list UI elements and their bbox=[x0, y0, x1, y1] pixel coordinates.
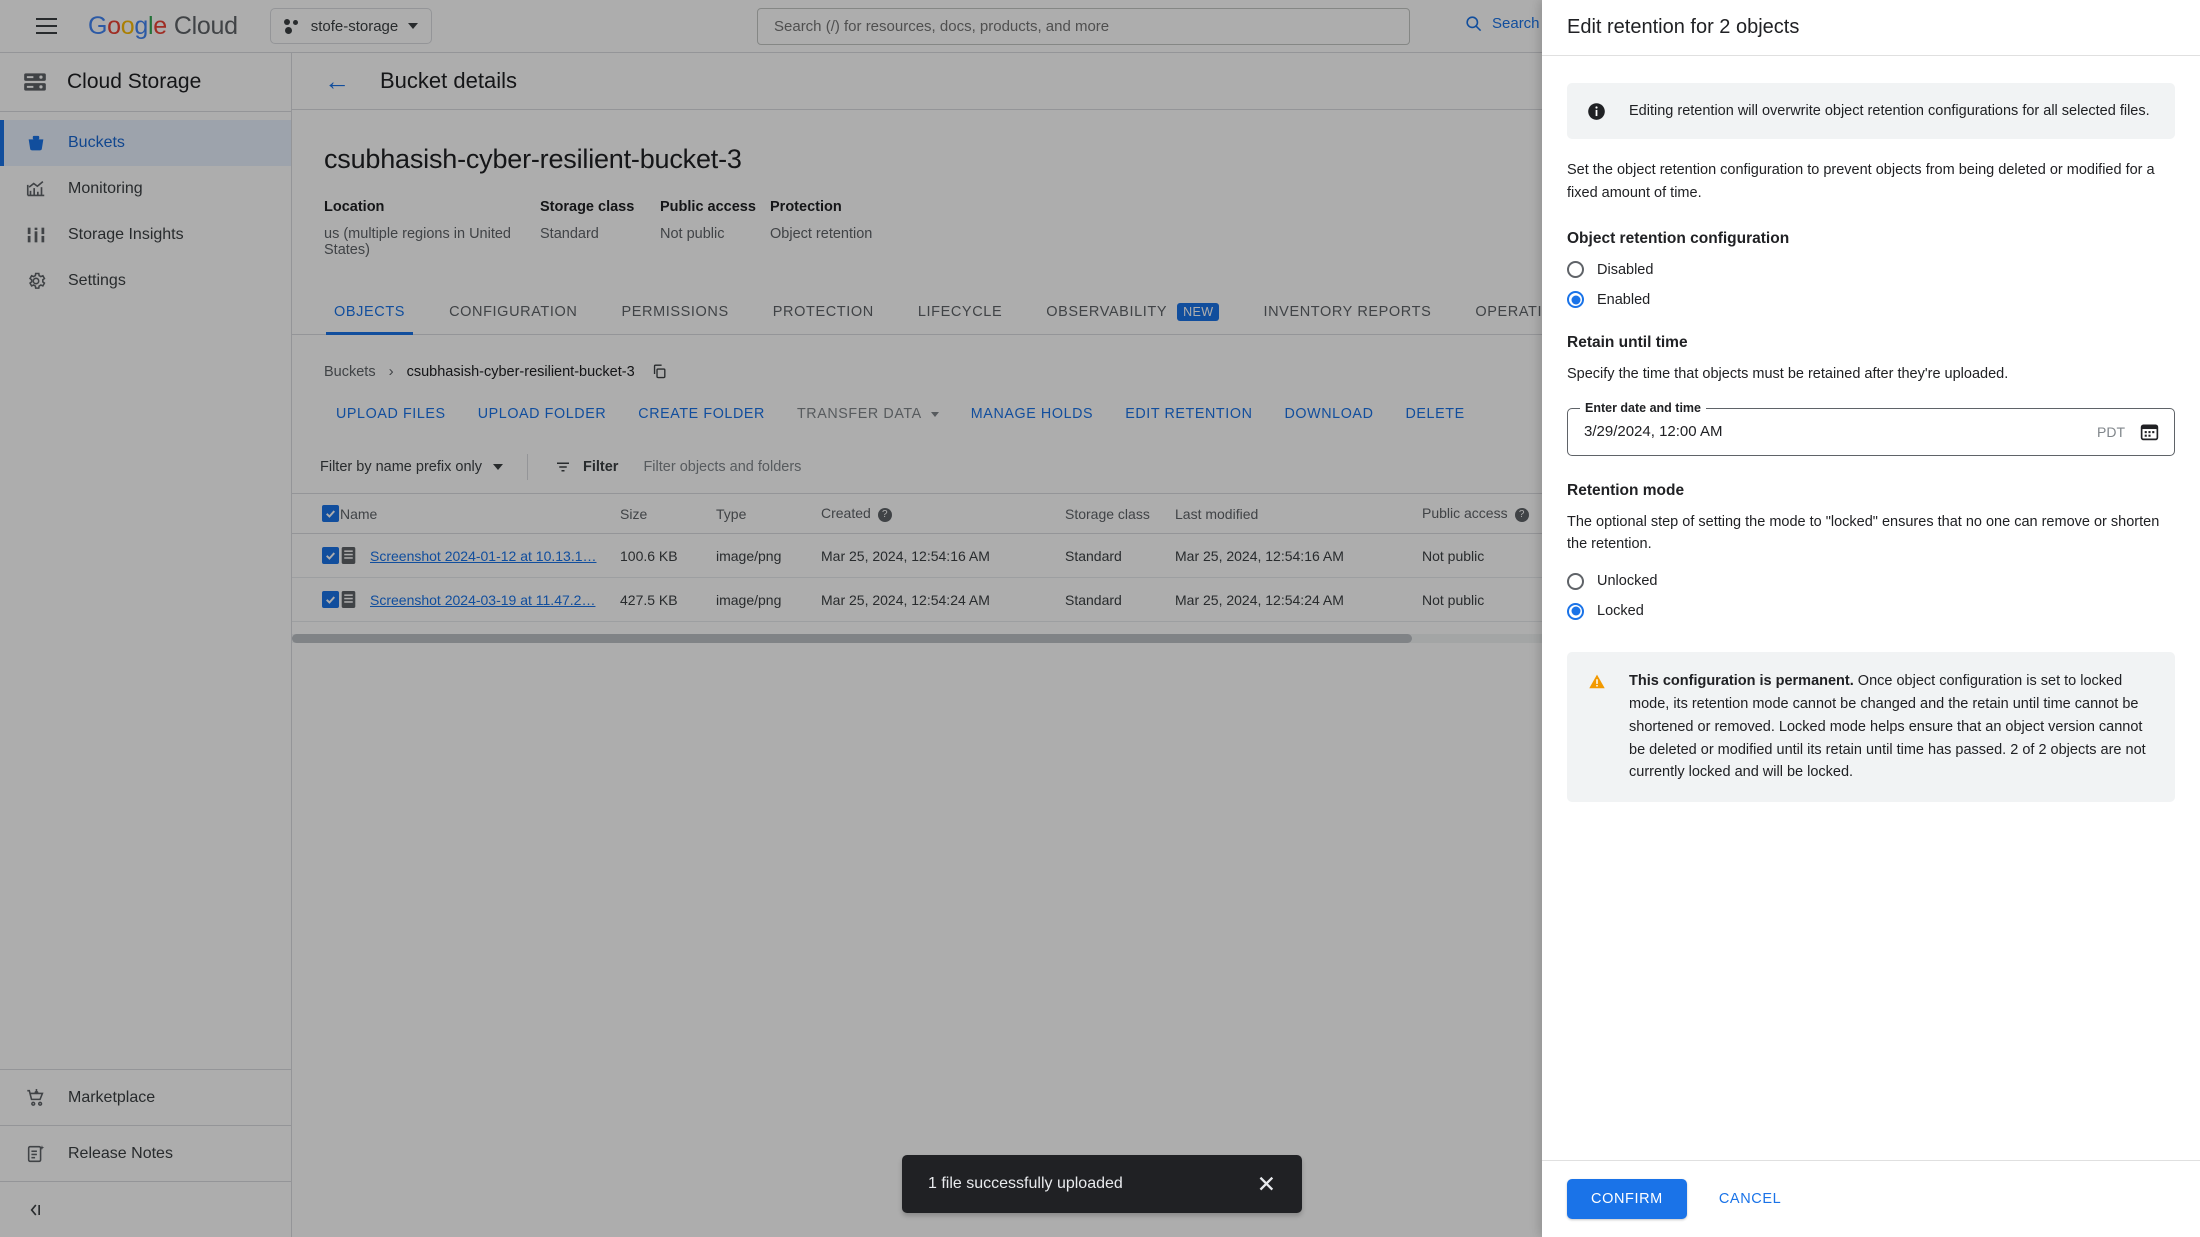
info-banner: Editing retention will overwrite object … bbox=[1567, 83, 2175, 140]
radio-locked[interactable]: Locked bbox=[1567, 602, 2175, 620]
panel-footer: CONFIRM CANCEL bbox=[1542, 1160, 2200, 1237]
warning-banner-text: This configuration is permanent. Once ob… bbox=[1629, 670, 2155, 785]
close-icon[interactable]: ✕ bbox=[1257, 1172, 1276, 1196]
panel-title: Edit retention for 2 objects bbox=[1567, 16, 1800, 38]
retain-until-heading: Retain until time bbox=[1567, 334, 1688, 352]
date-time-field-label: Enter date and time bbox=[1580, 400, 1706, 415]
edit-retention-panel: Edit retention for 2 objects Editing ret… bbox=[1542, 0, 2200, 1237]
radio-label: Unlocked bbox=[1597, 573, 1658, 590]
toast-message: 1 file successfully uploaded bbox=[928, 1175, 1123, 1192]
modal-scrim[interactable] bbox=[0, 0, 1542, 1237]
panel-intro-text: Set the object retention configuration t… bbox=[1567, 162, 2155, 201]
radio-icon bbox=[1567, 572, 1584, 590]
calendar-icon[interactable] bbox=[2139, 421, 2160, 442]
radio-icon-selected bbox=[1567, 602, 1584, 620]
panel-body: Editing retention will overwrite object … bbox=[1542, 56, 2200, 1160]
date-time-field-value[interactable]: 3/29/2024, 12:00 AM bbox=[1584, 423, 2097, 440]
object-retention-heading: Object retention configuration bbox=[1567, 230, 1790, 248]
info-banner-text: Editing retention will overwrite object … bbox=[1629, 103, 2150, 119]
radio-disabled[interactable]: Disabled bbox=[1567, 261, 2175, 279]
radio-icon-selected bbox=[1567, 291, 1584, 309]
radio-icon bbox=[1567, 261, 1584, 279]
toast-notification: 1 file successfully uploaded ✕ bbox=[902, 1155, 1302, 1213]
cancel-button[interactable]: CANCEL bbox=[1701, 1179, 1799, 1219]
retention-mode-heading: Retention mode bbox=[1567, 481, 1685, 499]
warning-bold-text: This configuration is permanent. bbox=[1629, 672, 1854, 689]
warning-icon bbox=[1589, 674, 1605, 689]
radio-unlocked[interactable]: Unlocked bbox=[1567, 572, 2175, 590]
info-icon bbox=[1588, 103, 1605, 120]
radio-label: Disabled bbox=[1597, 261, 1654, 278]
radio-enabled[interactable]: Enabled bbox=[1567, 291, 2175, 309]
retention-mode-description: The optional step of setting the mode to… bbox=[1567, 513, 2160, 553]
timezone-label: PDT bbox=[2097, 423, 2125, 440]
warning-banner: This configuration is permanent. Once ob… bbox=[1567, 651, 2175, 803]
confirm-button[interactable]: CONFIRM bbox=[1567, 1179, 1687, 1219]
retain-until-description: Specify the time that objects must be re… bbox=[1567, 366, 2009, 383]
radio-label: Locked bbox=[1597, 603, 1644, 620]
date-time-field[interactable]: Enter date and time 3/29/2024, 12:00 AM … bbox=[1567, 400, 2175, 456]
radio-label: Enabled bbox=[1597, 291, 1651, 308]
panel-header: Edit retention for 2 objects bbox=[1542, 0, 2200, 56]
